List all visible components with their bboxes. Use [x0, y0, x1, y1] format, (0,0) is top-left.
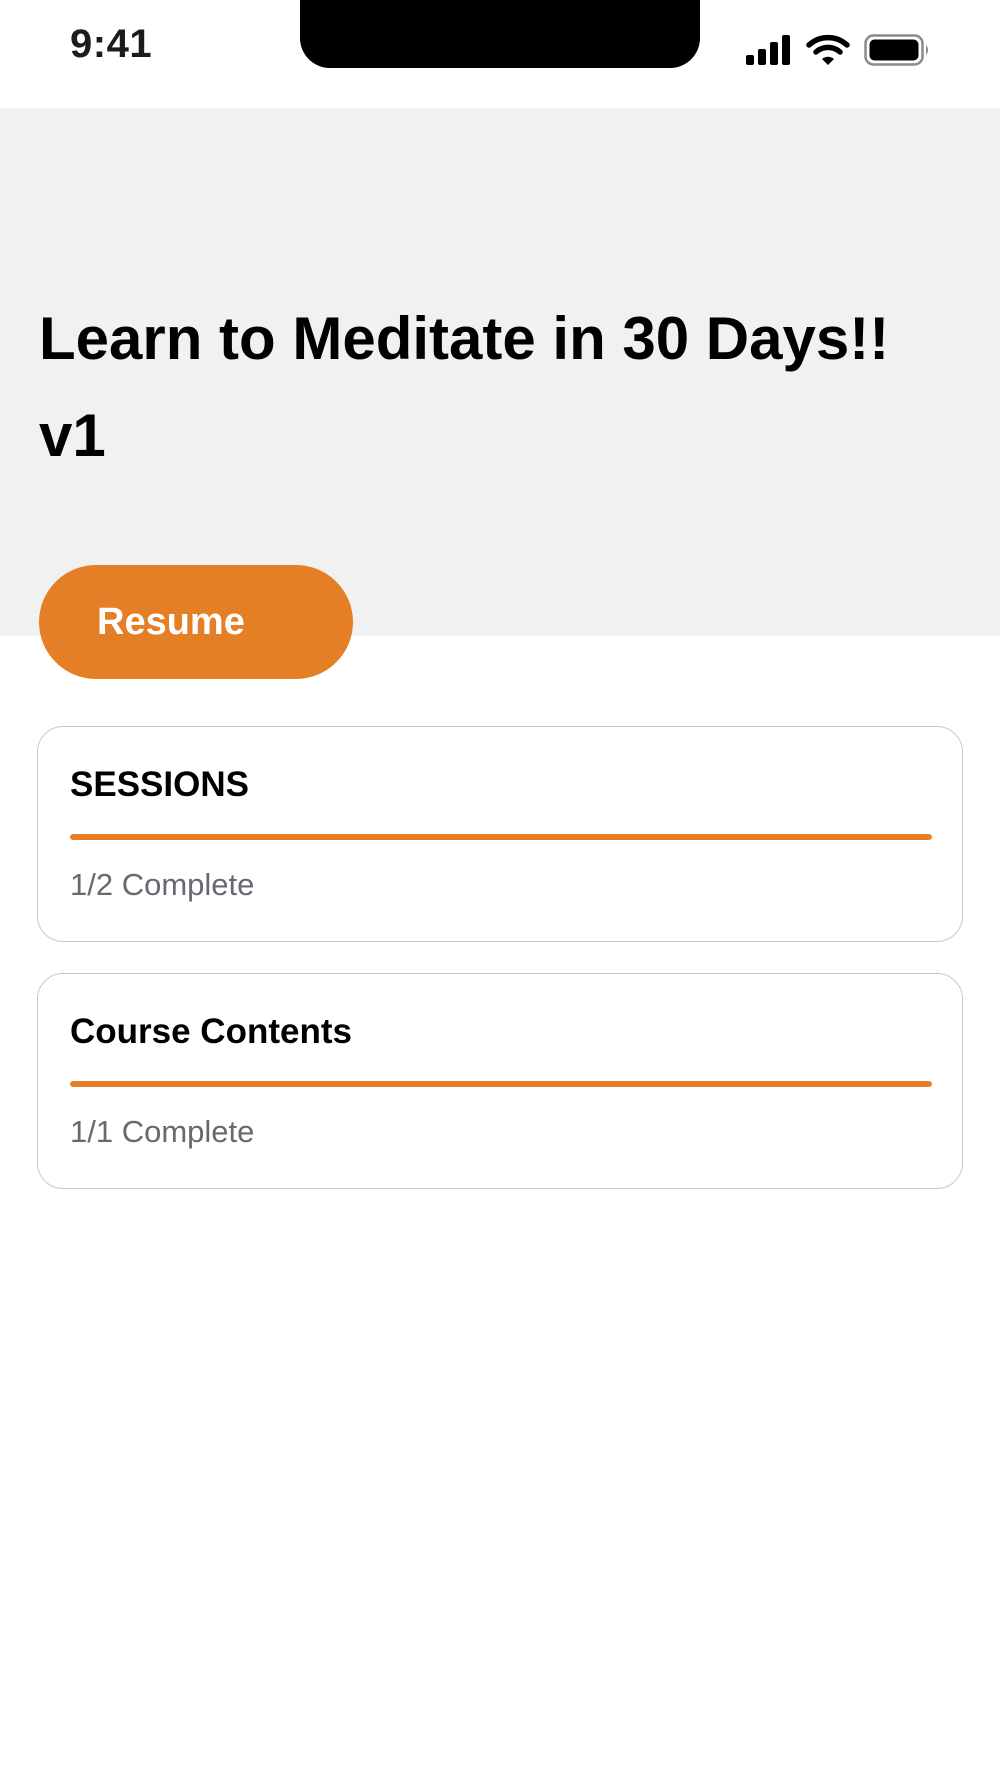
course-title: Learn to Meditate in 30 Days!! v1 — [39, 305, 890, 469]
progress-bar — [70, 1081, 932, 1087]
wifi-icon — [806, 34, 850, 65]
completion-status: 1/2 Complete — [70, 867, 255, 902]
card-title: SESSIONS — [70, 765, 249, 804]
course-contents-card[interactable]: Course Contents 1/1 Complete — [37, 973, 963, 1189]
device-notch — [300, 0, 700, 68]
resume-button[interactable]: Resume — [39, 565, 353, 679]
status-time: 9:41 — [70, 22, 153, 66]
cellular-signal-icon — [746, 35, 790, 65]
status-icons — [746, 32, 930, 68]
completion-status: 1/1 Complete — [70, 1114, 255, 1149]
sessions-card[interactable]: SESSIONS 1/2 Complete — [37, 726, 963, 942]
status-bar: 9:41 — [0, 0, 1000, 108]
progress-fill — [70, 834, 932, 840]
progress-bar — [70, 834, 932, 840]
card-title: Course Contents — [70, 1012, 352, 1051]
progress-fill — [70, 1081, 932, 1087]
battery-icon — [864, 34, 928, 66]
